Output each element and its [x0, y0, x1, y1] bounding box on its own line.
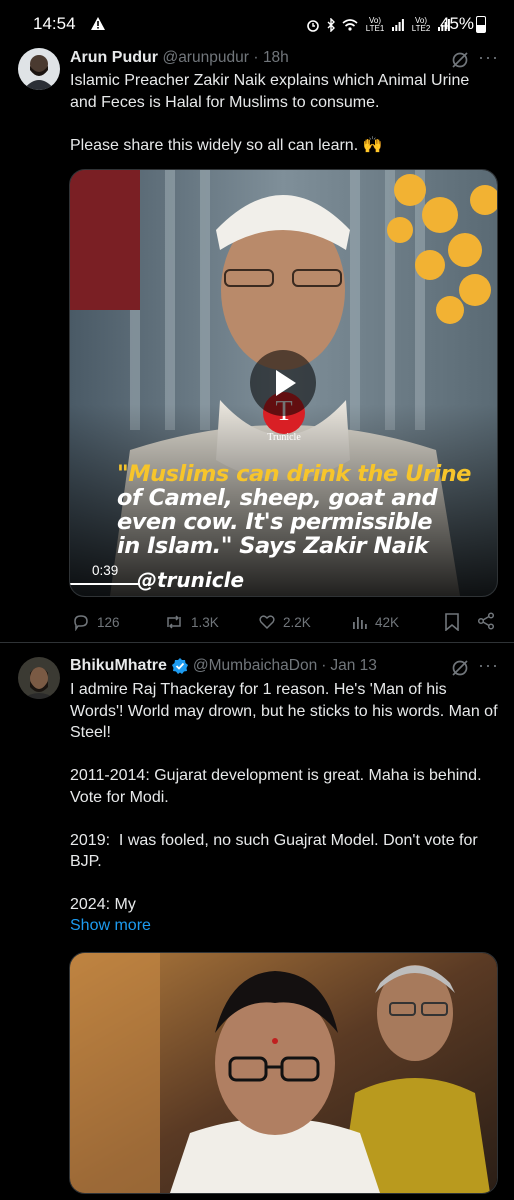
repost-button[interactable]: 1.3K — [164, 613, 219, 631]
reply-count: 126 — [97, 614, 120, 630]
grok-icon[interactable] — [451, 659, 469, 677]
warning-icon — [91, 17, 105, 30]
caption-line-2: of Camel, sheep, goat and — [117, 485, 438, 511]
logo-text: Trunicle — [267, 432, 301, 443]
more-options-icon[interactable]: ··· — [478, 655, 499, 676]
reply-icon — [74, 615, 88, 631]
author-handle[interactable]: @arunpudur — [162, 49, 248, 66]
bluetooth-icon — [327, 18, 335, 32]
tweet-photo[interactable] — [69, 952, 498, 1194]
network-lte1: Vo) LTE1 — [365, 16, 385, 33]
bookmark-icon[interactable] — [444, 613, 460, 631]
photo-image — [70, 953, 497, 1193]
verified-badge-icon — [171, 658, 188, 674]
separator: · — [321, 657, 327, 674]
tweet[interactable]: BhikuMhatre @MumbaichaDon · Jan 13 ··· I… — [0, 643, 514, 1200]
wifi-icon — [342, 19, 358, 31]
signal-icon — [392, 19, 404, 31]
tweet-time[interactable]: Jan 13 — [330, 657, 377, 675]
heart-icon — [259, 615, 275, 630]
share-icon[interactable] — [477, 612, 495, 630]
tweet-text: I admire Raj Thackeray for 1 reason. He'… — [70, 681, 498, 913]
author-name[interactable]: BhikuMhatre — [70, 657, 167, 675]
caption-line-1: "Muslims can drink the Urine — [117, 461, 471, 487]
play-button[interactable] — [250, 350, 316, 416]
like-button[interactable]: 2.2K — [258, 613, 311, 631]
views-icon — [353, 617, 367, 629]
video-player[interactable]: T Trunicle "Muslims can drink the Urine … — [69, 169, 498, 597]
tweet[interactable]: Arun Pudur @arunpudur · 18h ··· Islamic … — [0, 40, 514, 640]
status-time: 14:54 — [33, 14, 76, 33]
views-button[interactable]: 42K — [352, 614, 399, 630]
more-options-icon[interactable]: ··· — [478, 47, 499, 68]
grok-icon[interactable] — [451, 51, 469, 69]
author-name[interactable]: Arun Pudur — [70, 49, 158, 66]
tweet-actions: 126 1.3K 2.2K 42K — [72, 612, 500, 632]
views-count: 42K — [375, 614, 400, 630]
battery-icon — [476, 16, 486, 33]
author-handle[interactable]: @MumbaichaDon — [193, 657, 317, 675]
battery-level — [477, 25, 485, 32]
caption-line-3: even cow. It's permissible — [117, 509, 433, 535]
reply-button[interactable]: 126 — [72, 613, 120, 631]
show-more-link[interactable]: Show more — [70, 917, 151, 935]
repost-icon — [167, 615, 181, 629]
tweet-text: Islamic Preacher Zakir Naik explains whi… — [70, 72, 470, 154]
avatar[interactable] — [18, 657, 60, 699]
tweet-time[interactable]: 18h — [263, 49, 289, 66]
play-icon — [276, 370, 296, 396]
system-icons: Vo) LTE1 Vo) LTE2 — [306, 14, 450, 36]
video-watermark: @trunicle — [137, 568, 245, 592]
caption-line-4: in Islam." Says Zakir Naik — [117, 533, 429, 559]
separator: · — [253, 49, 259, 66]
like-count: 2.2K — [283, 614, 311, 630]
video-progress-bar[interactable] — [70, 583, 140, 585]
repost-count: 1.3K — [191, 614, 219, 630]
battery-percent: 45% — [440, 14, 475, 33]
alarm-icon — [307, 20, 319, 32]
avatar[interactable] — [18, 48, 60, 90]
network-lte2: Vo) LTE2 — [411, 16, 431, 33]
video-duration: 0:39 — [92, 563, 119, 578]
video-caption: "Muslims can drink the Urine of Camel, s… — [117, 462, 487, 558]
